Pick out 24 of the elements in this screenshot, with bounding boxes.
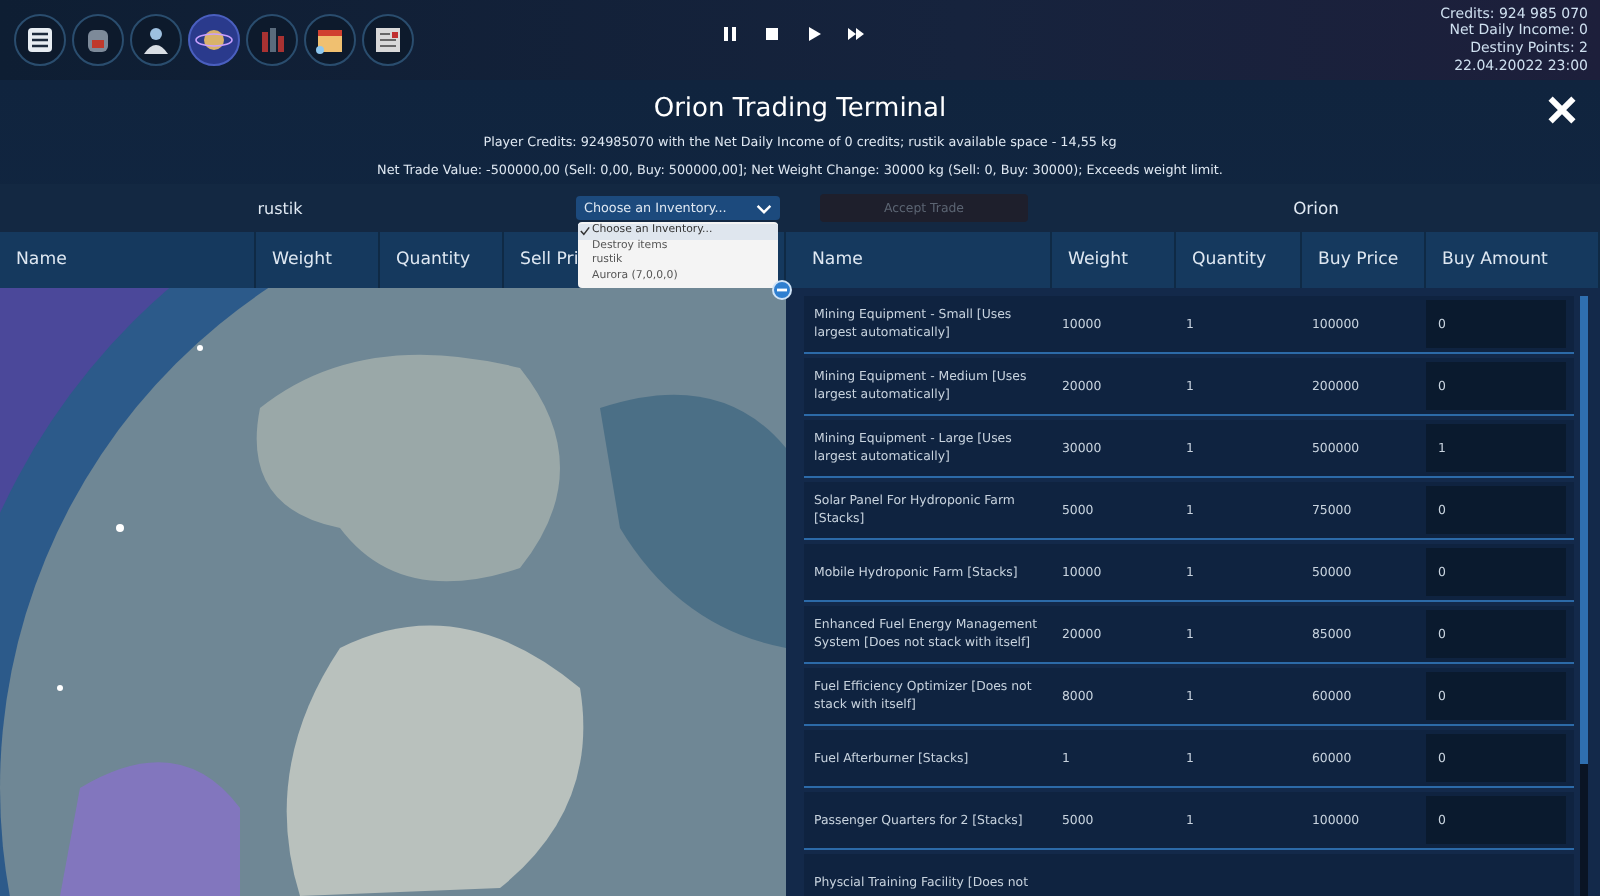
scrollbar-thumb[interactable] [1580,296,1588,764]
window-title: Orion Trading Terminal [653,92,947,128]
scrollbar[interactable] [1580,296,1588,896]
newspaper-icon[interactable] [362,14,414,66]
play-icon[interactable] [804,24,824,44]
close-button[interactable] [1546,94,1578,126]
column-header: Name [796,232,1052,288]
close-icon [1546,94,1578,126]
planet-icon[interactable] [188,14,240,66]
pause-icon[interactable] [720,24,740,44]
column-header: Quantity [1176,232,1302,288]
merchant-title: Orion [1291,198,1341,218]
check-icon [580,226,590,237]
stop-icon[interactable] [762,24,782,44]
fast-forward-icon[interactable] [846,24,866,44]
person-icon[interactable] [130,14,182,66]
column-header: Weight [1052,232,1176,288]
list-icon[interactable] [14,14,66,66]
scroll-knob-icon[interactable] [772,279,792,300]
column-header: Buy Price [1302,232,1426,288]
inventory-title: rustik [255,199,305,217]
calendar-icon[interactable] [304,14,356,66]
chevron-icon [756,203,772,213]
column-header: Buy Amount [1426,232,1600,288]
